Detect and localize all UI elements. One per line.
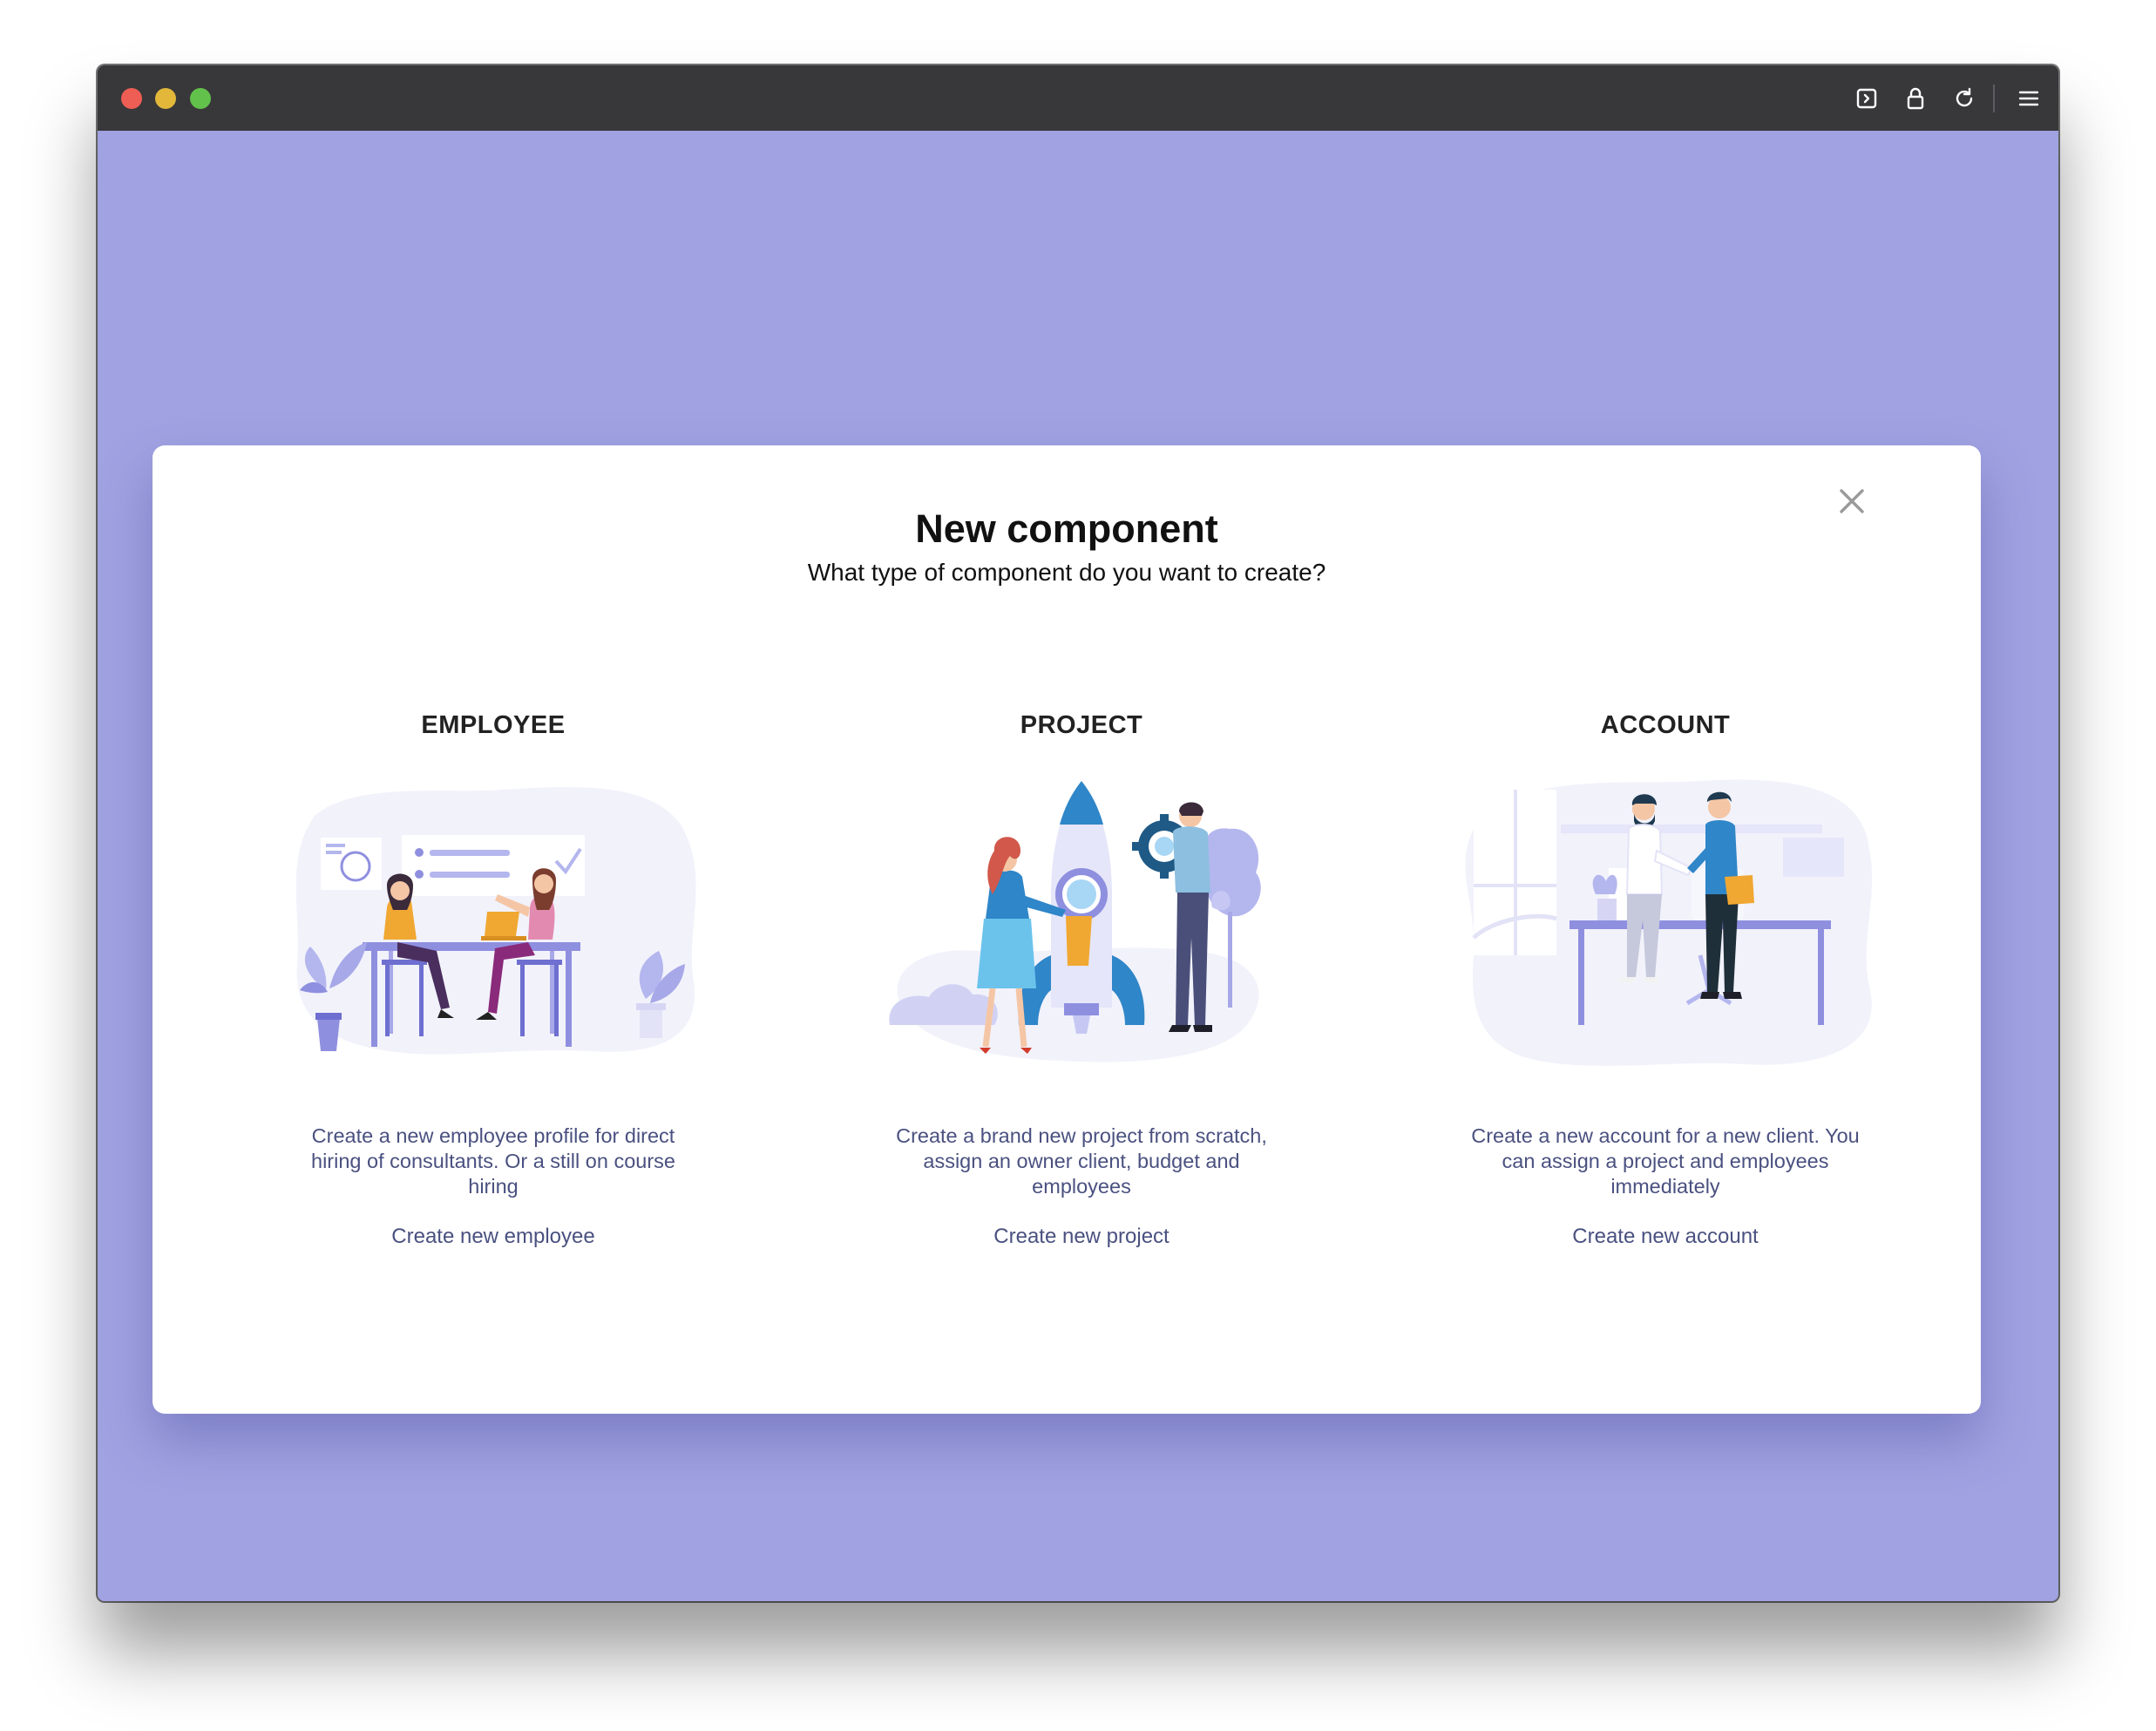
browser-window: New component What type of component do … [98,65,2058,1601]
toolbar-separator [1993,85,1995,112]
title-bar [98,65,2058,131]
menu-icon[interactable] [2015,85,2043,112]
create-new-project-link[interactable]: Create new project [837,1225,1325,1249]
account-illustration [1465,779,1873,1066]
modal-subtitle: What type of component do you want to cr… [807,559,1326,586]
sidebar-toggle-icon[interactable] [1853,85,1881,112]
minimize-window-button[interactable] [155,88,176,109]
page-content: New component What type of component do … [98,131,2058,1601]
card-title: PROJECT [1020,711,1143,739]
close-window-button[interactable] [121,88,142,109]
new-component-modal: New component What type of component do … [153,445,1981,1414]
project-illustration [889,781,1261,1062]
maximize-window-button[interactable] [190,88,211,109]
card-title: EMPLOYEE [421,711,566,739]
create-new-account-link[interactable]: Create new account [1421,1225,1909,1249]
modal-title: New component [915,506,1218,551]
lock-icon[interactable] [1902,85,1929,112]
card-description: Create a brand new project from scratch,… [896,1124,1267,1198]
reload-icon[interactable] [1950,85,1978,112]
card-description: Create a new account for a new client. Y… [1471,1124,1860,1198]
account-card[interactable]: ACCOUNT Create a new account for a new c… [1421,711,1909,1269]
card-description: Create a new employee profile for direct… [311,1124,675,1198]
employee-card[interactable]: EMPLOYEE Create a new employee profile f… [249,711,737,1269]
project-card[interactable]: PROJECT Create a brand new project from … [837,711,1325,1269]
employee-illustration [295,786,696,1055]
card-title: ACCOUNT [1600,711,1731,739]
create-new-employee-link[interactable]: Create new employee [249,1225,737,1249]
